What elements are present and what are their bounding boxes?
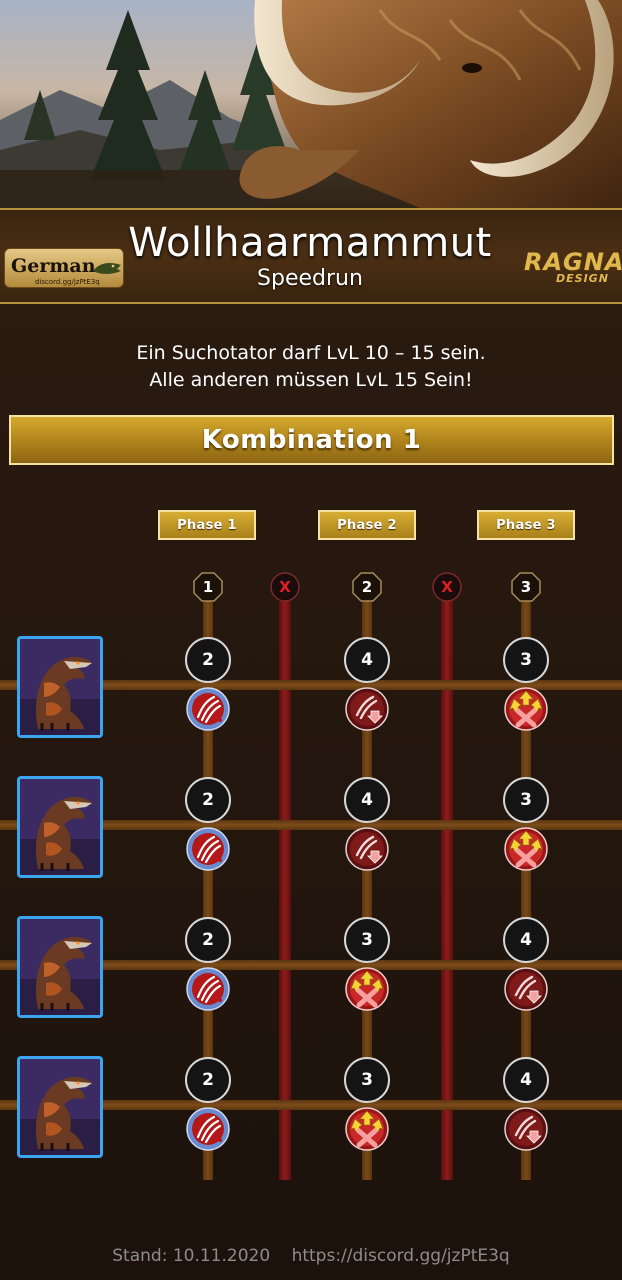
page-title: Wollhaarmammut xyxy=(128,220,492,266)
move-count-badge: 3 xyxy=(344,1057,390,1103)
rule-line-2: Alle anderen müssen LvL 15 Sein! xyxy=(149,369,473,391)
swap-marker-icon: X xyxy=(270,572,300,602)
cleanse-up-icon xyxy=(504,827,548,871)
move-count-badge: 2 xyxy=(185,1057,231,1103)
footer-link[interactable]: https://discord.gg/jzPtE3q xyxy=(292,1246,510,1266)
turn-marker: 2 xyxy=(352,572,382,602)
turn-marker: 3 xyxy=(511,572,541,602)
rule-line-1: Ein Suchotator darf LvL 10 – 15 sein. xyxy=(136,342,486,364)
move-count-badge: 4 xyxy=(503,917,549,963)
bleed-claw-icon xyxy=(186,827,230,871)
header-band: German discord.gg/jzPtE3q Wollhaarmammut… xyxy=(0,208,622,304)
move-count-badge: 3 xyxy=(503,777,549,823)
ragna-logo-line2: DESIGN xyxy=(556,272,609,285)
suchotator-portrait xyxy=(20,639,100,735)
move-count-badge: 2 xyxy=(185,917,231,963)
turn-number: 2 xyxy=(361,578,373,596)
ragna-design-logo: RAGNA DESIGN xyxy=(524,248,622,292)
turn-number: 1 xyxy=(202,578,214,596)
dino-card[interactable] xyxy=(17,916,103,1018)
turn-marker: 1 xyxy=(193,572,223,602)
distract-claw-icon xyxy=(345,687,389,731)
combination-banner: Kombination 1 xyxy=(9,415,614,465)
footer: Stand: 10.11.2020 https://discord.gg/jzP… xyxy=(0,1246,622,1266)
bleed-claw-icon xyxy=(186,687,230,731)
swap-marker-label: X xyxy=(279,578,291,596)
distract-claw-icon xyxy=(345,827,389,871)
rules-text: Ein Suchotator darf LvL 10 – 15 sein. Al… xyxy=(60,340,562,394)
move-count-badge: 3 xyxy=(344,917,390,963)
move-count-badge: 4 xyxy=(503,1057,549,1103)
suchotator-portrait xyxy=(20,1059,100,1155)
move-count-badge: 4 xyxy=(344,777,390,823)
turn-number: 3 xyxy=(520,578,532,596)
page-subtitle: Speedrun xyxy=(257,266,363,291)
move-count-badge: 2 xyxy=(185,777,231,823)
suchotator-portrait xyxy=(20,779,100,875)
suchotator-portrait xyxy=(20,919,100,1015)
german-logo-name: German xyxy=(11,255,96,277)
swap-marker-label: X xyxy=(441,578,453,596)
swap-marker-icon: X xyxy=(432,572,462,602)
mammoth-artwork xyxy=(0,0,622,208)
move-count-badge: 4 xyxy=(344,637,390,683)
move-count-badge: 2 xyxy=(185,637,231,683)
cleanse-up-icon xyxy=(345,967,389,1011)
dino-card[interactable] xyxy=(17,636,103,738)
page: German discord.gg/jzPtE3q Wollhaarmammut… xyxy=(0,0,622,1280)
bleed-claw-icon xyxy=(186,967,230,1011)
cleanse-up-icon xyxy=(345,1107,389,1151)
german-logo-link: discord.gg/jzPtE3q xyxy=(35,278,100,286)
distract-claw-icon xyxy=(504,1107,548,1151)
dino-card[interactable] xyxy=(17,1056,103,1158)
phase-1-label: Phase 1 xyxy=(158,510,256,540)
phase-3-label: Phase 3 xyxy=(477,510,575,540)
german-logo[interactable]: German discord.gg/jzPtE3q xyxy=(4,248,124,288)
combination-label: Kombination 1 xyxy=(201,425,422,455)
cleanse-up-icon xyxy=(504,687,548,731)
footer-date: Stand: 10.11.2020 xyxy=(112,1246,271,1266)
move-count-badge: 3 xyxy=(503,637,549,683)
dino-card[interactable] xyxy=(17,776,103,878)
bleed-claw-icon xyxy=(186,1107,230,1151)
hero-image xyxy=(0,0,622,208)
phase-2-label: Phase 2 xyxy=(318,510,416,540)
distract-claw-icon xyxy=(504,967,548,1011)
